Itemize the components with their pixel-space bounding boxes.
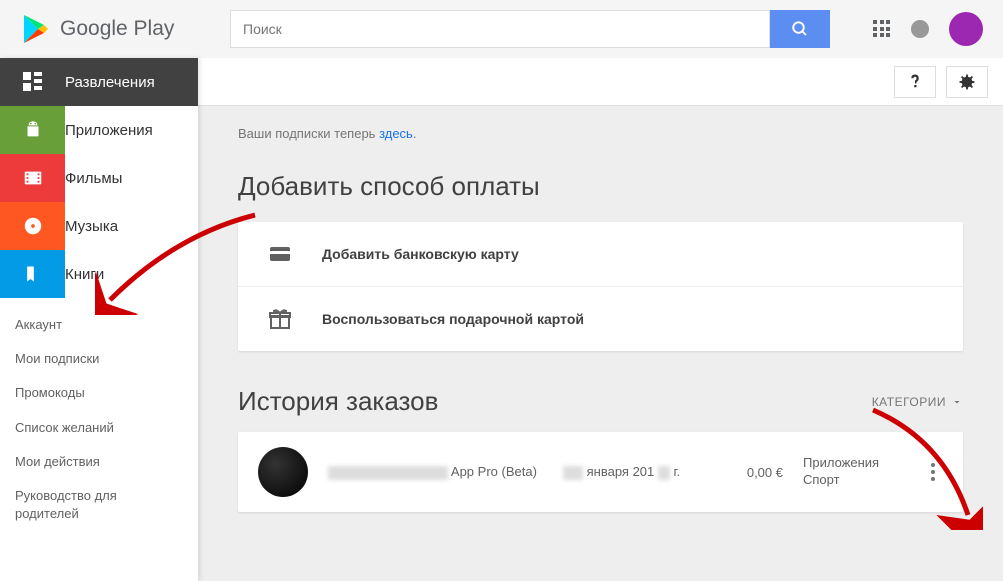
search-button[interactable]	[770, 10, 830, 48]
order-name: App Pro (Beta)	[328, 464, 543, 480]
sidebar-tile-books[interactable]: Книги	[0, 250, 198, 298]
sidebar-tile-movies[interactable]: Фильмы	[0, 154, 198, 202]
order-menu-button[interactable]	[923, 463, 943, 481]
chevron-down-icon	[951, 396, 963, 408]
order-history-title: История заказов	[238, 386, 438, 417]
music-icon	[0, 202, 65, 250]
google-play-logo-icon	[20, 13, 52, 45]
sidebar-tile-label: Приложения	[65, 122, 153, 139]
sidebar-link-promocodes[interactable]: Промокоды	[0, 376, 198, 410]
sidebar-link-activity[interactable]: Мои действия	[0, 445, 198, 479]
header-right	[873, 12, 983, 46]
logo-section[interactable]: Google Play	[20, 13, 230, 45]
gear-icon	[958, 73, 976, 91]
main-header	[198, 58, 1003, 106]
sidebar-tile-label: Музыка	[65, 218, 118, 235]
order-history-card: App Pro (Beta) января 201 г. 0,00 € Прил…	[238, 432, 963, 512]
sidebar-link-wishlist[interactable]: Список желаний	[0, 411, 198, 445]
sidebar-links: Аккаунт Мои подписки Промокоды Список же…	[0, 298, 198, 541]
order-thumbnail[interactable]	[258, 447, 308, 497]
app-header: Google Play	[0, 0, 1003, 58]
avatar[interactable]	[949, 12, 983, 46]
apps-grid-icon[interactable]	[873, 20, 891, 38]
sidebar-tile-entertainment[interactable]: Развлечения	[0, 58, 198, 106]
use-gift-card-row[interactable]: Воспользоваться подарочной картой	[238, 287, 963, 351]
payment-label: Добавить банковскую карту	[322, 246, 519, 262]
sidebar-link-account[interactable]: Аккаунт	[0, 308, 198, 342]
sidebar-link-parents-guide[interactable]: Руководство для родителей	[0, 479, 198, 531]
categories-dropdown[interactable]: КАТЕГОРИИ	[872, 395, 963, 409]
order-price: 0,00 €	[723, 465, 783, 480]
android-icon	[0, 106, 65, 154]
entertainment-icon	[0, 58, 65, 106]
gift-card-icon	[268, 307, 292, 331]
sidebar-tile-label: Книги	[65, 266, 104, 283]
order-category: Приложения Спорт	[803, 455, 903, 489]
add-bank-card-row[interactable]: Добавить банковскую карту	[238, 222, 963, 287]
books-icon	[0, 250, 65, 298]
search-input[interactable]	[230, 10, 770, 48]
payment-methods-card: Добавить банковскую карту Воспользоватьс…	[238, 222, 963, 351]
payment-label: Воспользоваться подарочной картой	[322, 311, 584, 327]
order-date: января 201 г.	[563, 464, 703, 480]
settings-button[interactable]	[946, 66, 988, 98]
sidebar: Развлечения Приложения Фильмы Музыка Кни…	[0, 58, 198, 581]
sidebar-tile-apps[interactable]: Приложения	[0, 106, 198, 154]
main-content: Ваши подписки теперь здесь. Добавить спо…	[198, 58, 1003, 581]
sidebar-tile-label: Развлечения	[65, 74, 155, 91]
search-container	[230, 10, 830, 48]
sidebar-tile-label: Фильмы	[65, 170, 122, 187]
notification-icon[interactable]	[911, 20, 929, 38]
help-icon	[906, 73, 924, 91]
credit-card-icon	[268, 242, 292, 266]
sidebar-link-subscriptions[interactable]: Мои подписки	[0, 342, 198, 376]
order-row: App Pro (Beta) января 201 г. 0,00 € Прил…	[238, 432, 963, 512]
history-header: История заказов КАТЕГОРИИ	[238, 386, 963, 417]
subscriptions-link[interactable]: здесь	[379, 126, 413, 141]
payment-methods-title: Добавить способ оплаты	[238, 171, 963, 202]
movies-icon	[0, 154, 65, 202]
sidebar-tile-music[interactable]: Музыка	[0, 202, 198, 250]
help-button[interactable]	[894, 66, 936, 98]
subscriptions-notice: Ваши подписки теперь здесь.	[238, 126, 963, 141]
search-icon	[791, 20, 809, 38]
logo-text: Google Play	[60, 17, 174, 41]
